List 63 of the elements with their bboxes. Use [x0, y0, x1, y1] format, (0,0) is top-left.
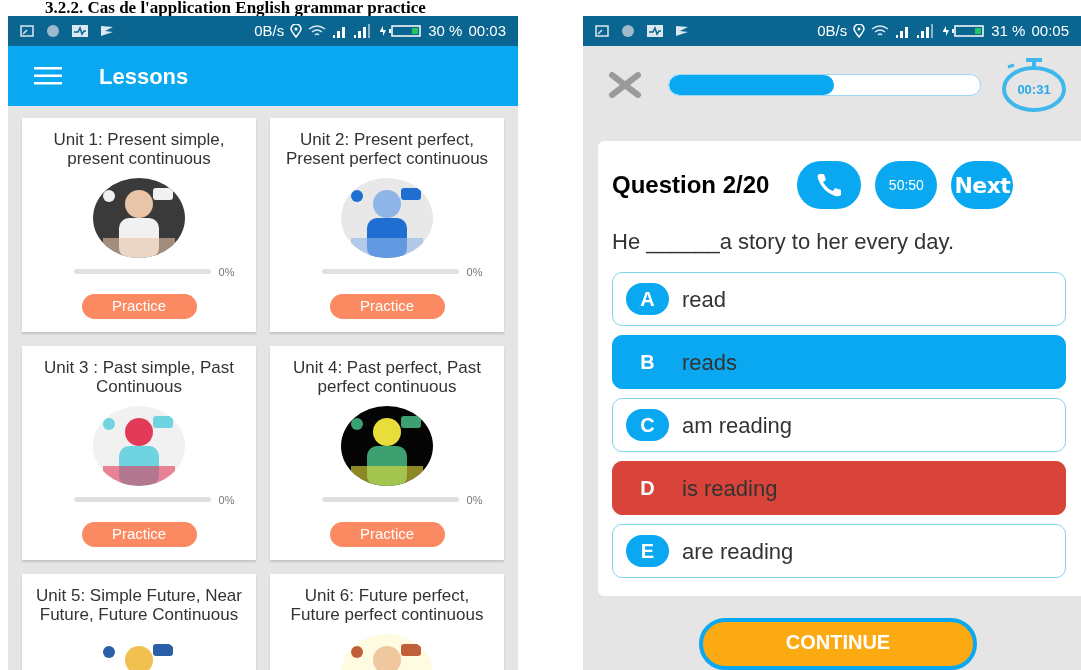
lesson-title: Unit 5: Simple Future, Near Future, Future Continuous [35, 586, 243, 624]
option-text: are reading [682, 537, 794, 566]
timer-text: 00:31 [1017, 80, 1051, 99]
pulse-icon [647, 25, 663, 37]
option-text: reads [682, 348, 738, 377]
answer-option[interactable]: B reads [612, 335, 1066, 389]
document-caption: 3.2.2. Cas de l'application English grammar practice [45, 0, 426, 16]
battery-percent: 31 % [991, 20, 1026, 41]
battery-percent: 30 % [428, 20, 463, 41]
network-speed: 0B/s [254, 20, 285, 41]
option-text: read [682, 285, 727, 314]
answer-option[interactable]: C am reading [612, 398, 1066, 452]
check-flag-icon [100, 25, 114, 37]
screen-icon [595, 25, 609, 37]
progress-percent: 0% [218, 492, 235, 508]
battery-icon [378, 24, 423, 38]
location-icon [853, 24, 866, 38]
help-button[interactable]: Next [951, 161, 1014, 209]
help-button[interactable]: 50:50 [875, 161, 938, 209]
battery-icon [941, 24, 986, 38]
wifi-icon [871, 24, 890, 38]
clock-time: 00:05 [1031, 20, 1069, 41]
lesson-title: Unit 1: Present simple, present continuous [52, 130, 226, 168]
answer-option[interactable]: D is reading [612, 461, 1066, 515]
answer-option[interactable]: A read [612, 272, 1066, 326]
clock-time: 00:03 [468, 20, 506, 41]
option-text: is reading [682, 474, 778, 503]
dot-icon [621, 24, 635, 38]
wifi-icon [308, 24, 327, 38]
location-icon [290, 24, 303, 38]
network-speed: 0B/s [817, 20, 848, 41]
screen-icon [20, 25, 34, 37]
question-number: Question 2/20 [612, 170, 770, 200]
option-letter: A [626, 283, 669, 315]
phone-button[interactable] [797, 161, 862, 209]
option-letter: B [639, 350, 656, 375]
progress-percent: 0% [466, 264, 483, 280]
lesson-title: Unit 4: Past perfect, Past perfect continuous [292, 358, 482, 396]
lesson-title: Unit 3 : Past simple, Past Continuous [43, 358, 235, 396]
question-text: He ______a story to her every day. [612, 228, 955, 256]
option-text: am reading [682, 411, 793, 440]
continue-button[interactable]: CONTINUE [699, 618, 977, 670]
menu-icon[interactable] [34, 67, 62, 85]
check-flag-icon [675, 25, 689, 37]
practice-button[interactable]: Practice [81, 522, 197, 547]
lesson-title: Unit 6: Future perfect, Future perfect continuous [289, 586, 485, 624]
dot-icon [46, 24, 60, 38]
answer-option[interactable]: E are reading [612, 524, 1066, 578]
progress-percent: 0% [218, 264, 235, 280]
practice-button[interactable]: Practice [81, 294, 197, 319]
signal-icon [895, 24, 936, 38]
option-letter: C [626, 409, 669, 441]
close-icon[interactable] [608, 72, 642, 98]
lesson-title: Unit 2: Present perfect, Present perfect continuous [284, 130, 490, 168]
signal-icon [332, 24, 373, 38]
option-letter: D [639, 476, 656, 501]
screen-title: Lessons [99, 62, 189, 91]
progress-percent: 0% [466, 492, 483, 508]
phone-icon [815, 172, 844, 198]
practice-button[interactable]: Practice [329, 522, 445, 547]
option-letter: E [626, 535, 669, 567]
practice-button[interactable]: Practice [329, 294, 445, 319]
pulse-icon [72, 25, 88, 37]
